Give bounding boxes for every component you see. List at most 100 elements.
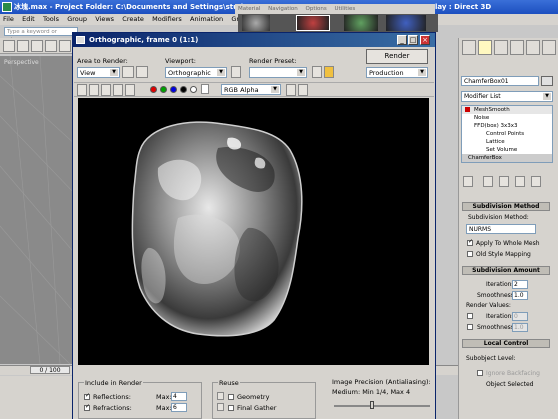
configure-modifier-sets-icon[interactable] [531, 176, 541, 187]
smoothness-spinner[interactable]: 1.0 [512, 291, 528, 300]
copy-image-icon[interactable] [89, 84, 99, 96]
reflections-checkbox[interactable] [84, 392, 90, 400]
stack-item-chamferbox[interactable]: ChamferBox [462, 154, 552, 162]
render-iterations-spinner[interactable]: 0 [512, 312, 528, 321]
viewport-label: Viewport: [165, 57, 196, 65]
image-precision-slider[interactable] [334, 405, 430, 407]
image-precision-slider-knob[interactable] [370, 401, 374, 409]
menu-material[interactable]: Material [235, 6, 263, 12]
stack-item-control-points[interactable]: Control Points [462, 130, 552, 138]
geometry-checkbox[interactable] [228, 394, 234, 400]
iterations-spinner[interactable]: 2 [512, 280, 528, 289]
select-region-icon[interactable] [31, 40, 43, 52]
toggle-ui-icon[interactable] [298, 84, 308, 96]
monochrome-toggle[interactable] [190, 86, 197, 93]
subdivision-method-dropdown[interactable]: NURMS [466, 224, 536, 234]
menu-tools[interactable]: Tools [40, 14, 62, 25]
stack-item-ffd[interactable]: FFD(box) 3x3x3 [462, 122, 552, 130]
rollout-subdivision-amount[interactable]: Subdivision Amount [462, 266, 550, 275]
production-dropdown[interactable]: Production ▼ [366, 67, 428, 78]
rollout-subdivision-method[interactable]: Subdivision Method [462, 202, 550, 211]
channel-display-dropdown[interactable]: RGB Alpha ▼ [221, 84, 281, 95]
render-smoothness-spinner[interactable]: 1.0 [512, 323, 528, 332]
create-tab-icon[interactable] [462, 40, 476, 55]
blue-channel-toggle[interactable] [170, 86, 177, 93]
keyword-search-input[interactable]: Type a keyword or phrase [4, 27, 78, 43]
red-channel-toggle[interactable] [150, 86, 157, 93]
edit-region-icon[interactable] [122, 66, 134, 78]
utilities-tab-icon[interactable] [542, 40, 556, 55]
make-unique-icon[interactable] [499, 176, 509, 187]
material-slot-2[interactable] [296, 15, 330, 31]
alpha-channel-toggle[interactable] [180, 86, 187, 93]
menu-modifiers[interactable]: Modifiers [149, 14, 185, 25]
apply-whole-mesh-checkbox[interactable] [467, 238, 473, 246]
lightbulb-icon[interactable] [465, 107, 470, 112]
refractions-checkbox[interactable] [84, 403, 90, 411]
stack-item-noise[interactable]: Noise [462, 114, 552, 122]
green-channel-toggle[interactable] [160, 86, 167, 93]
object-name-field[interactable]: ChamferBox01 [461, 76, 539, 86]
select-by-name-icon[interactable] [17, 40, 29, 52]
toggle-ui-overlay-icon[interactable] [286, 84, 296, 96]
auto-region-icon[interactable] [136, 66, 148, 78]
clear-image-icon[interactable] [125, 84, 135, 96]
object-color-swatch[interactable] [541, 76, 553, 86]
lock-icon[interactable] [231, 66, 241, 78]
close-icon[interactable]: × [420, 35, 430, 45]
material-slot-4[interactable] [386, 15, 426, 31]
menu-options[interactable]: Options [303, 6, 330, 12]
perspective-viewport[interactable] [0, 56, 77, 364]
material-slot-3[interactable] [344, 15, 378, 31]
render-button[interactable]: Render [366, 49, 428, 64]
select-move-icon[interactable] [59, 40, 71, 52]
stack-item-lattice[interactable]: Lattice [462, 138, 552, 146]
viewport-dropdown[interactable]: Orthographic ▼ [165, 67, 227, 78]
ignore-backfacing-checkbox[interactable] [477, 370, 483, 376]
frame-slider[interactable]: 0 / 100 [30, 366, 70, 374]
render-smoothness-checkbox[interactable] [467, 324, 473, 330]
save-image-icon[interactable] [77, 84, 87, 96]
render-setup-icon[interactable] [312, 66, 322, 78]
menu-create[interactable]: Create [119, 14, 147, 25]
maximize-icon[interactable]: □ [408, 35, 418, 45]
window-crossing-icon[interactable] [45, 40, 57, 52]
viewport-label[interactable]: Perspective [4, 59, 39, 66]
refractions-max-spinner[interactable]: 6 [171, 403, 187, 412]
motion-tab-icon[interactable] [510, 40, 524, 55]
minimize-icon[interactable]: _ [397, 35, 407, 45]
menu-views[interactable]: Views [92, 14, 117, 25]
menu-edit[interactable]: Edit [19, 14, 38, 25]
render-preset-dropdown[interactable]: ▼ [249, 67, 307, 78]
remove-modifier-icon[interactable] [515, 176, 525, 187]
show-end-result-icon[interactable] [483, 176, 493, 187]
final-gather-lock-icon[interactable] [217, 403, 224, 411]
menu-navigation[interactable]: Navigation [265, 6, 301, 12]
modifier-list-dropdown[interactable]: Modifier List ▼ [461, 91, 553, 102]
swatch-icon[interactable] [201, 84, 209, 94]
rollout-local-control[interactable]: Local Control [462, 339, 550, 348]
display-tab-icon[interactable] [526, 40, 540, 55]
menu-animation[interactable]: Animation [187, 14, 226, 25]
rendered-frame-title-bar[interactable]: Orthographic, frame 0 (1:1) [73, 33, 435, 47]
menu-utilities[interactable]: Utilities [332, 6, 359, 12]
old-style-mapping-checkbox[interactable] [467, 251, 473, 257]
pin-stack-icon[interactable] [463, 176, 473, 187]
stack-item-set-volume[interactable]: Set Volume [462, 146, 552, 154]
menu-group[interactable]: Group [64, 14, 90, 25]
hierarchy-tab-icon[interactable] [494, 40, 508, 55]
select-object-icon[interactable] [3, 40, 15, 52]
modify-tab-icon[interactable] [478, 40, 492, 55]
environment-effects-icon[interactable] [324, 66, 334, 78]
menu-file[interactable]: File [0, 14, 17, 25]
geometry-lock-icon[interactable] [217, 392, 224, 400]
material-slot-1[interactable] [242, 15, 270, 31]
reflections-max-spinner[interactable]: 4 [171, 392, 187, 401]
clone-window-icon[interactable] [101, 84, 111, 96]
stack-item-meshsmooth[interactable]: MeshSmooth [462, 106, 552, 114]
print-image-icon[interactable] [113, 84, 123, 96]
final-gather-checkbox[interactable] [228, 405, 234, 411]
area-to-render-dropdown[interactable]: View ▼ [77, 67, 120, 78]
render-preset-label: Render Preset: [249, 57, 297, 65]
render-iterations-checkbox[interactable] [467, 313, 473, 319]
